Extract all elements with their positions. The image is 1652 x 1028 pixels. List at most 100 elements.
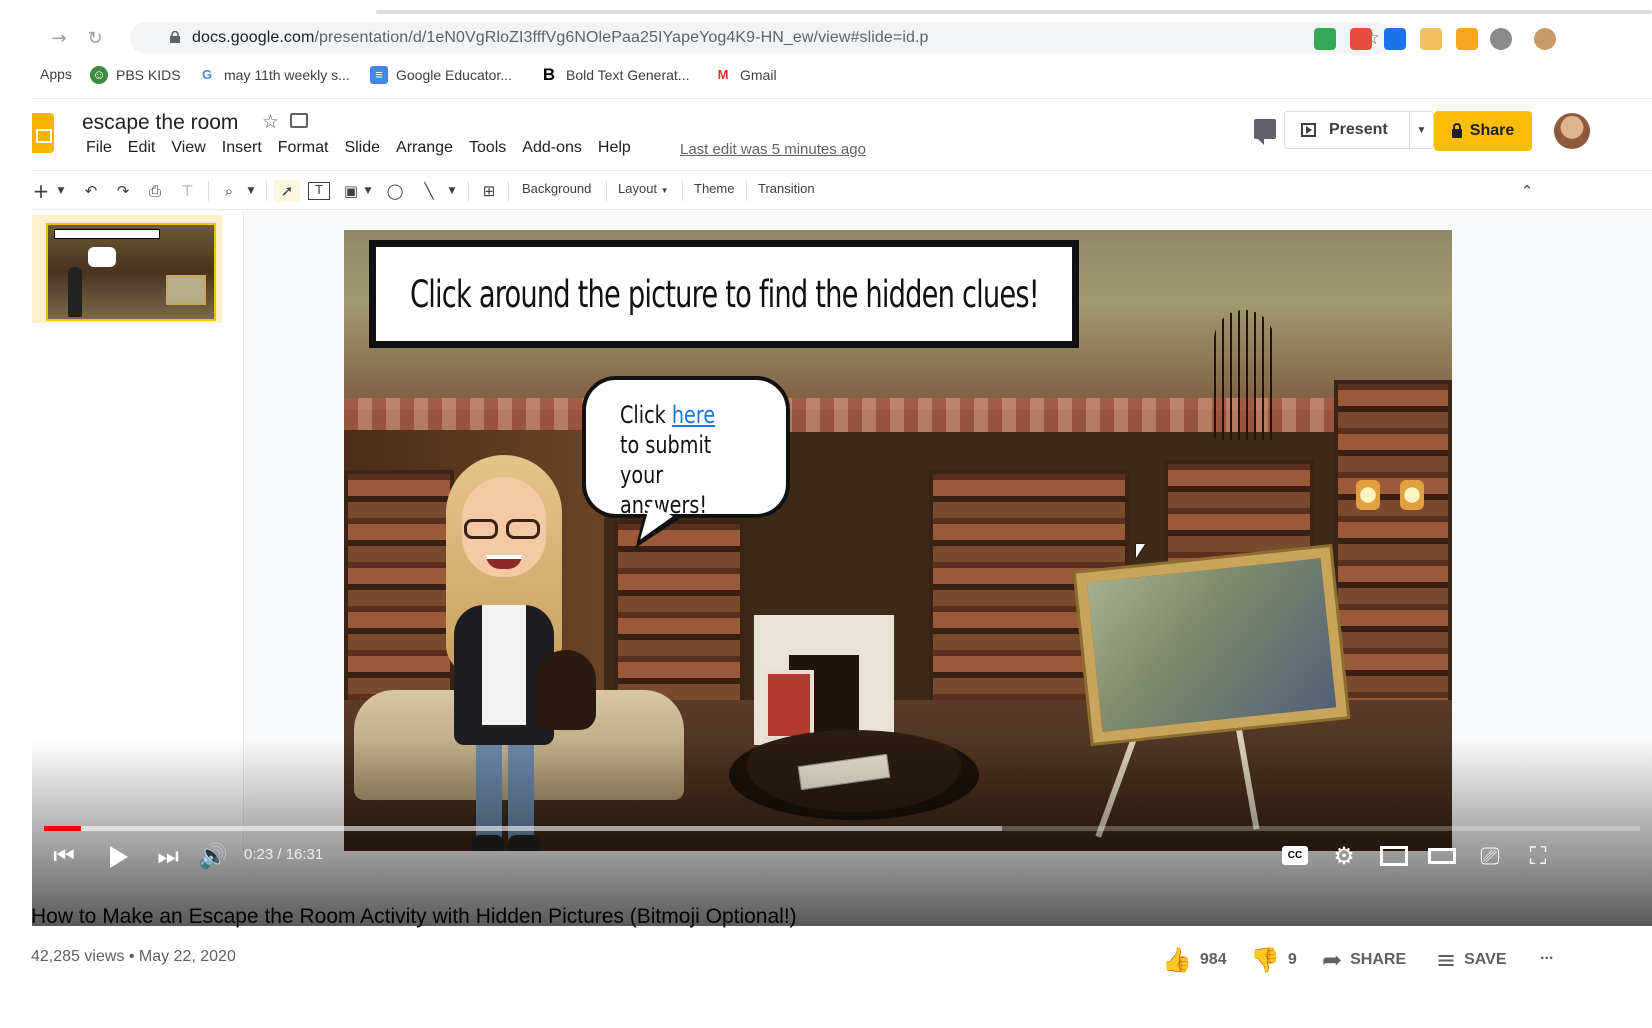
portrait-painting[interactable]	[1075, 547, 1348, 743]
slide-title-box: Click around the picture to find the hid…	[369, 240, 1079, 348]
extension-green-icon[interactable]	[1314, 28, 1336, 50]
bookmark-pbs-kids[interactable]: ☺ PBS KIDS	[90, 66, 181, 84]
dislike-button[interactable]: 👎 9	[1250, 946, 1297, 974]
slide-thumbnail-selected[interactable]	[32, 215, 222, 323]
like-button[interactable]: 👍 984	[1162, 946, 1227, 974]
menu-add-ons[interactable]: Add-ons	[514, 139, 590, 157]
bookmark-apps[interactable]: Apps	[40, 66, 72, 82]
forward-arrow-icon[interactable]: →	[48, 28, 70, 50]
menu-format[interactable]: Format	[270, 139, 337, 157]
submit-answers-link[interactable]: here	[672, 401, 715, 429]
share-label: Share	[1469, 122, 1515, 139]
collapse-toolbar-chevron-icon[interactable]: ⌃	[1516, 180, 1538, 202]
bookmark-gmail[interactable]: M Gmail	[714, 66, 777, 84]
theme-button[interactable]: Theme	[694, 181, 734, 196]
more-actions-icon: ...	[1540, 946, 1554, 963]
star-icon[interactable]: ☆	[262, 111, 279, 133]
paint-format-icon[interactable]: ⊤	[176, 180, 198, 202]
red-chair[interactable]	[764, 670, 814, 740]
address-bar[interactable]: docs.google.com/presentation/d/1eN0VgRlo…	[130, 22, 1392, 54]
share-video-button[interactable]: ➦ SHARE	[1322, 946, 1406, 974]
wall-lamp[interactable]	[1356, 480, 1380, 510]
slide[interactable]: Click around the picture to find the hid…	[344, 230, 1452, 851]
next-video-icon[interactable]: ⏭	[154, 842, 182, 870]
new-slide-plus-icon[interactable]: +	[32, 180, 50, 202]
theater-mode-icon[interactable]	[1428, 848, 1456, 864]
dog[interactable]	[536, 650, 596, 730]
bookmark-may-11th[interactable]: Gmay 11th weekly s...	[198, 66, 350, 84]
bookmark-label: Google Educator...	[396, 67, 512, 83]
print-icon[interactable]: ⎙	[144, 180, 166, 202]
volume-icon[interactable]: 🔊	[198, 842, 228, 870]
text-box-icon[interactable]: T	[308, 182, 330, 200]
thumbs-down-icon: 👎	[1250, 946, 1280, 974]
profile-avatar-icon[interactable]	[1534, 28, 1556, 50]
slide-filmstrip	[32, 211, 244, 851]
share-button[interactable]: Share	[1434, 111, 1532, 151]
play-icon[interactable]	[110, 846, 128, 868]
video-player[interactable]: → ↻ docs.google.com/presentation/d/1eN0V…	[32, 0, 1652, 926]
zoom-icon[interactable]: ⌕	[218, 180, 240, 202]
save-button[interactable]: ≡ SAVE	[1436, 946, 1507, 974]
bookmarks-bar: Apps ☺ PBS KIDS Gmay 11th weekly s... ≡ Go…	[32, 62, 1652, 90]
image-icon[interactable]: ▣	[340, 180, 362, 202]
select-cursor-icon[interactable]: ➚	[274, 180, 300, 202]
comment-history-icon[interactable]	[1254, 119, 1276, 145]
time-display: 0:23 / 16:31	[244, 846, 324, 863]
slides-logo-icon[interactable]	[32, 113, 54, 153]
fullscreen-icon[interactable]: ⛶	[1524, 842, 1552, 870]
bubble-text-end: to submit your answers!	[620, 431, 712, 519]
menu-arrange[interactable]: Arrange	[388, 139, 461, 157]
user-avatar[interactable]	[1554, 113, 1590, 149]
menu-view[interactable]: View	[163, 139, 213, 157]
undo-icon[interactable]: ↶	[80, 180, 102, 202]
new-slide-dropdown-icon[interactable]: ▼	[54, 180, 68, 202]
bookmark-bold-text[interactable]: B Bold Text Generat...	[540, 66, 690, 84]
add-comment-icon[interactable]: ⊞	[478, 180, 500, 202]
zoom-dropdown-icon[interactable]: ▼	[244, 180, 258, 202]
layout-button[interactable]: Layout ▼	[618, 181, 669, 196]
menu-slide[interactable]: Slide	[336, 139, 388, 157]
line-icon[interactable]: ╲	[418, 180, 440, 202]
menu-file[interactable]: File	[78, 139, 120, 157]
image-dropdown-icon[interactable]: ▼	[362, 180, 374, 202]
url-text: docs.google.com/presentation/d/1eN0VgRlo…	[192, 29, 929, 46]
miniplayer-icon[interactable]	[1380, 846, 1408, 866]
previous-video-icon[interactable]: ⏮	[50, 842, 78, 870]
bookmark-google-educator[interactable]: ≡ Google Educator...	[370, 66, 512, 84]
extension-blue-icon[interactable]	[1384, 28, 1406, 50]
menu-insert[interactable]: Insert	[214, 139, 270, 157]
document-title[interactable]: escape the room	[82, 111, 238, 135]
menu-tools[interactable]: Tools	[461, 139, 514, 157]
editor-toolbar: + ▼ ↶ ↷ ⎙ ⊤ ⌕ ▼ ➚ T ▣ ▼ ◯ ╲ ▼ ⊞ Backgrou…	[32, 170, 1652, 210]
reload-icon[interactable]: ↻	[84, 28, 106, 50]
pbs-kids-icon: ☺	[90, 66, 108, 84]
present-dropdown-button[interactable]: ▼	[1410, 111, 1434, 149]
line-dropdown-icon[interactable]: ▼	[446, 180, 458, 202]
extension-puzzle-icon[interactable]	[1490, 28, 1512, 50]
birdcage[interactable]	[1214, 310, 1274, 440]
layout-dropdown-icon: ▼	[660, 186, 669, 195]
present-icon	[1301, 123, 1316, 137]
last-edit-link[interactable]: Last edit was 5 minutes ago	[680, 141, 866, 158]
present-button[interactable]: Present	[1284, 111, 1410, 149]
menu-help[interactable]: Help	[590, 139, 639, 157]
extension-pencil-icon[interactable]	[1420, 28, 1442, 50]
extension-hand-icon[interactable]	[1456, 28, 1478, 50]
redo-icon[interactable]: ↷	[112, 180, 134, 202]
menu-edit[interactable]: Edit	[120, 139, 164, 157]
extension-red-icon[interactable]	[1350, 28, 1372, 50]
browser-address-row: → ↻ docs.google.com/presentation/d/1eN0V…	[32, 18, 1652, 58]
wall-lamp[interactable]	[1400, 480, 1424, 510]
background-button[interactable]: Background	[522, 181, 591, 196]
more-actions-button[interactable]: ...	[1540, 946, 1553, 964]
cast-icon[interactable]: ⎚	[1476, 842, 1504, 870]
video-progress-bar[interactable]	[44, 826, 1640, 831]
settings-gear-icon[interactable]: ⚙	[1330, 842, 1358, 870]
captions-icon[interactable]: CC	[1282, 846, 1308, 865]
bookmark-label: PBS KIDS	[116, 67, 181, 83]
bookmark-label: may 11th weekly s...	[224, 67, 350, 83]
shape-icon[interactable]: ◯	[384, 180, 406, 202]
transition-button[interactable]: Transition	[758, 181, 815, 196]
move-to-folder-icon[interactable]	[290, 113, 308, 128]
